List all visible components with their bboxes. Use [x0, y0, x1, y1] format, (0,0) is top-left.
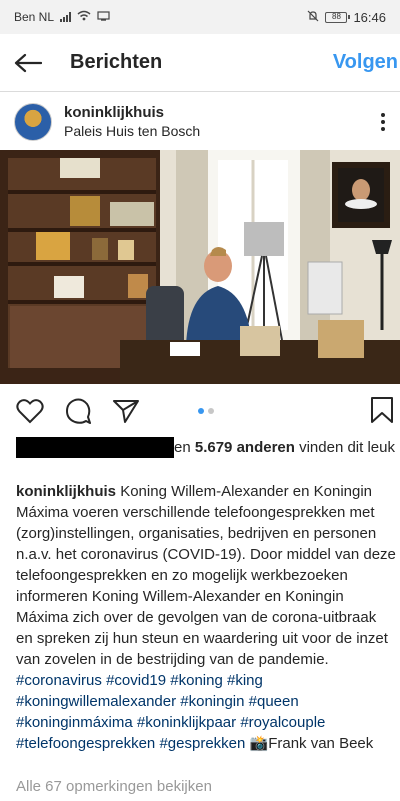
likes-connector: en — [174, 439, 191, 456]
bookmark-icon — [371, 397, 393, 423]
hashtag-link[interactable]: #telefoongesprekken — [16, 735, 155, 752]
like-button[interactable] — [14, 395, 46, 427]
photo-credit: 📸Frank van Beek — [249, 735, 374, 752]
more-options-icon[interactable] — [368, 113, 398, 131]
hashtag-link[interactable]: #covid19 — [106, 672, 166, 689]
signal-icon — [60, 12, 72, 22]
post-header: koninklijkhuis Paleis Huis ten Bosch — [0, 96, 400, 148]
likes-count[interactable]: 5.679 anderen — [195, 439, 295, 456]
follow-button[interactable]: Volgen — [333, 51, 398, 74]
back-arrow-icon — [14, 53, 42, 72]
back-button[interactable] — [0, 34, 56, 92]
hashtag-link[interactable]: #koninklijkpaar — [137, 714, 236, 731]
likes-line[interactable]: en 5.679 anderen vinden dit leuk — [16, 437, 396, 458]
hashtag-link[interactable]: #koning — [170, 672, 223, 689]
post-photo[interactable] — [0, 150, 400, 384]
hashtag-link[interactable]: #koningin — [180, 693, 244, 710]
share-button[interactable] — [110, 395, 142, 427]
screen-cast-icon — [97, 10, 110, 24]
hashtag-link[interactable]: #gesprekken — [159, 735, 245, 752]
carousel-indicator — [198, 408, 214, 414]
post-username[interactable]: koninklijkhuis — [64, 104, 200, 122]
hashtag-link[interactable]: #koningwillemalexander — [16, 693, 176, 710]
likes-suffix: vinden dit leuk — [299, 439, 395, 456]
wifi-icon — [77, 10, 91, 24]
post-caption: koninklijkhuis Koning Willem-Alexander e… — [16, 481, 396, 754]
hashtag-link[interactable]: #koninginmáxima — [16, 714, 133, 731]
save-button[interactable] — [370, 396, 394, 429]
page-title: Berichten — [70, 51, 163, 73]
caption-username[interactable]: koninklijkhuis — [16, 483, 116, 500]
mute-icon — [307, 10, 319, 25]
comment-button[interactable] — [62, 395, 94, 427]
post-actions — [0, 392, 400, 430]
caption-text: Koning Willem-Alexander en Koningin Máxi… — [16, 483, 396, 668]
status-bar: Ben NL 88 16:46 — [0, 0, 400, 34]
battery-icon: 88 — [325, 11, 351, 23]
hashtag-link[interactable]: #queen — [249, 693, 299, 710]
comment-icon — [66, 398, 91, 424]
hashtag-link[interactable]: #royalcouple — [240, 714, 325, 731]
carrier-label: Ben NL — [14, 10, 55, 24]
top-bar: Berichten Volgen — [0, 34, 400, 92]
send-icon — [113, 400, 139, 423]
clock: 16:46 — [353, 9, 386, 25]
heart-icon — [16, 399, 44, 424]
hashtag-link[interactable]: #coronavirus — [16, 672, 102, 689]
view-comments-link[interactable]: Alle 67 opmerkingen bekijken — [16, 778, 212, 795]
redacted-name — [16, 437, 174, 458]
post-location[interactable]: Paleis Huis ten Bosch — [64, 122, 200, 140]
hashtag-link[interactable]: #king — [227, 672, 263, 689]
avatar[interactable] — [14, 103, 52, 141]
